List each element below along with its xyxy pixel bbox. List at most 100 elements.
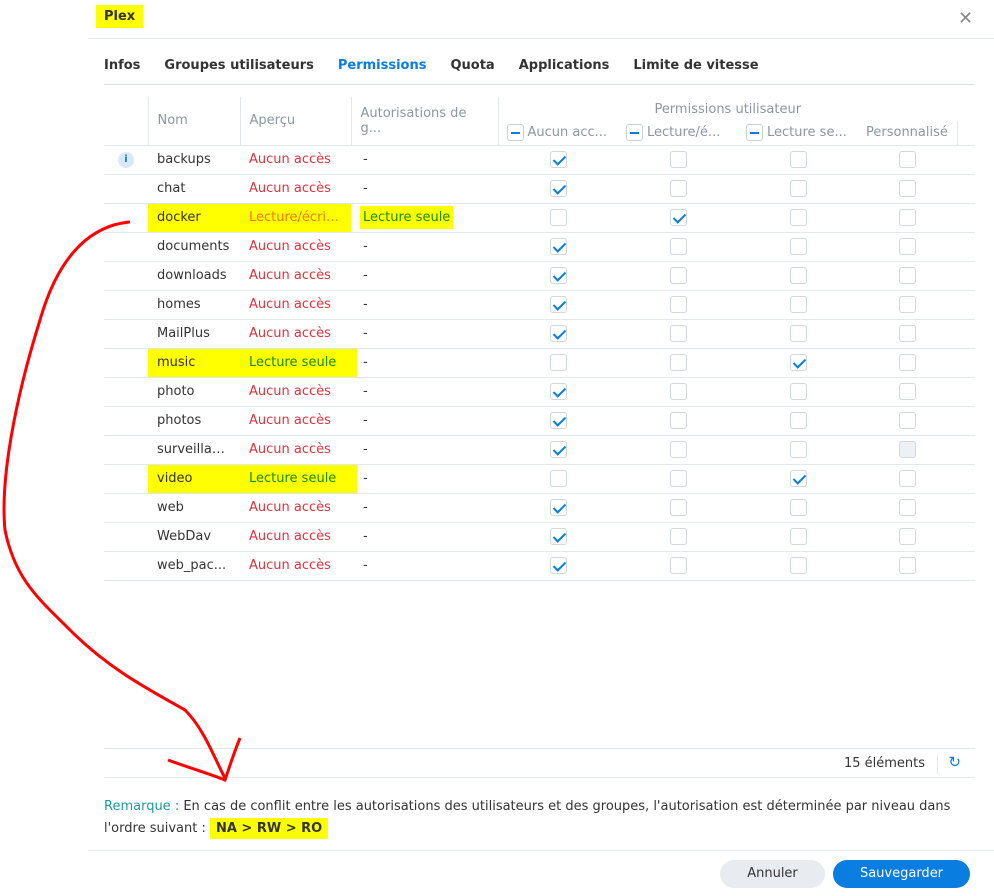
checkbox-rw[interactable] (669, 151, 687, 168)
checkbox-custom[interactable] (899, 151, 916, 168)
checkbox-na[interactable] (549, 383, 567, 400)
checkbox-ro[interactable] (789, 528, 807, 545)
checkbox-na[interactable] (549, 180, 567, 197)
checkbox-ro[interactable] (789, 412, 807, 429)
tab-applications[interactable]: Applications (519, 58, 610, 73)
checkbox-na[interactable] (549, 354, 567, 371)
checkbox-rw[interactable] (669, 528, 687, 545)
checkbox-ro[interactable] (789, 499, 807, 516)
tab-groupes-utilisateurs[interactable]: Groupes utilisateurs (164, 58, 313, 73)
checkbox-custom[interactable] (899, 412, 916, 429)
checkbox-na[interactable] (549, 528, 567, 545)
checkbox-custom[interactable] (899, 528, 916, 545)
info-icon[interactable]: i (118, 152, 134, 168)
tab-permissions[interactable]: Permissions (338, 58, 427, 73)
minus-checkbox-icon[interactable] (506, 124, 524, 142)
checkbox-ro[interactable] (789, 209, 807, 226)
checkbox-ro[interactable] (789, 238, 807, 255)
header-group-perms[interactable]: Autorisations de g... (351, 97, 499, 146)
table-row[interactable]: surveillan... Aucun accès - (104, 435, 975, 465)
checkbox-ro[interactable] (789, 180, 807, 197)
table-row[interactable]: web Aucun accès - (104, 493, 975, 523)
table-row[interactable]: MailPlus Aucun accès - (104, 319, 975, 349)
header-read-only[interactable]: Lecture se... (738, 121, 858, 146)
checkbox-na[interactable] (549, 325, 567, 342)
table-row[interactable]: photos Aucun accès - (104, 406, 975, 436)
checkbox-custom[interactable] (899, 296, 916, 313)
checkbox-custom[interactable] (899, 238, 916, 255)
header-name[interactable]: Nom (148, 97, 241, 146)
header-no-access[interactable]: Aucun acc... (498, 121, 618, 146)
checkbox-rw[interactable] (669, 325, 687, 342)
checkbox-na[interactable] (549, 151, 567, 168)
minus-checkbox-icon[interactable] (626, 124, 643, 142)
table-row[interactable]: i backups Aucun accès - (104, 145, 975, 175)
table-row[interactable]: docker Lecture/écriture Lecture seule (104, 203, 975, 233)
checkbox-ro[interactable] (789, 441, 807, 458)
group-permission: - (351, 348, 498, 378)
checkbox-na[interactable] (549, 412, 567, 429)
checkbox-custom[interactable] (899, 325, 916, 342)
checkbox-ro[interactable] (789, 267, 807, 284)
checkbox-ro[interactable] (789, 325, 807, 342)
checkbox-custom[interactable] (899, 354, 916, 371)
checkbox-custom[interactable] (899, 209, 916, 226)
checkbox-na[interactable] (549, 238, 567, 255)
checkbox-rw[interactable] (669, 238, 687, 255)
checkbox-na[interactable] (549, 499, 567, 516)
checkbox-rw[interactable] (669, 354, 687, 371)
minus-checkbox-icon[interactable] (746, 124, 763, 142)
checkbox-custom[interactable] (899, 267, 916, 284)
close-icon[interactable]: ✕ (958, 8, 973, 29)
table-row[interactable]: homes Aucun accès - (104, 290, 975, 320)
table-row[interactable]: photo Aucun accès - (104, 377, 975, 407)
checkbox-na[interactable] (549, 267, 567, 284)
checkbox-ro[interactable] (789, 296, 807, 313)
save-button[interactable]: Sauvegarder (833, 860, 970, 888)
checkbox-custom[interactable] (899, 180, 916, 197)
checkbox-rw[interactable] (669, 557, 687, 574)
checkbox-custom[interactable] (899, 499, 916, 516)
table-row[interactable]: music Lecture seule - (104, 348, 975, 378)
checkbox-ro[interactable] (789, 151, 807, 168)
checkbox-na[interactable] (549, 209, 567, 226)
header-custom[interactable]: Personnalisé (858, 121, 958, 146)
checkbox-rw[interactable] (669, 499, 687, 516)
tab-infos[interactable]: Infos (104, 58, 140, 73)
checkbox-ro[interactable] (789, 470, 807, 487)
checkbox-na[interactable] (549, 441, 567, 458)
header-preview[interactable]: Aperçu (240, 97, 352, 146)
checkbox-rw[interactable] (669, 296, 687, 313)
checkbox-custom[interactable] (899, 470, 916, 487)
checkbox-ro[interactable] (789, 557, 807, 574)
share-name: video (148, 464, 240, 494)
cancel-button[interactable]: Annuler (720, 860, 825, 888)
table-row[interactable]: chat Aucun accès - (104, 174, 975, 204)
checkbox-na[interactable] (549, 557, 567, 574)
checkbox-rw[interactable] (669, 470, 687, 487)
checkbox-ro[interactable] (789, 354, 807, 371)
checkbox-rw[interactable] (669, 383, 687, 400)
checkbox-rw[interactable] (669, 441, 687, 458)
tab-quota[interactable]: Quota (450, 58, 494, 73)
checkbox-na[interactable] (549, 296, 567, 313)
refresh-icon[interactable]: ↻ (948, 753, 961, 771)
table-row[interactable]: web_pac... Aucun accès - (104, 551, 975, 581)
table-row[interactable]: video Lecture seule - (104, 464, 975, 494)
preview-value: Lecture seule (240, 348, 351, 378)
checkbox-na[interactable] (549, 470, 567, 487)
checkbox-custom (899, 441, 916, 458)
table-row[interactable]: WebDav Aucun accès - (104, 522, 975, 552)
checkbox-custom[interactable] (899, 557, 916, 574)
checkbox-custom[interactable] (899, 383, 916, 400)
checkbox-rw[interactable] (669, 209, 687, 226)
checkbox-rw[interactable] (669, 180, 687, 197)
table-row[interactable]: downloads Aucun accès - (104, 261, 975, 291)
checkbox-rw[interactable] (669, 267, 687, 284)
header-read-write[interactable]: Lecture/é... (618, 121, 738, 146)
checkbox-ro[interactable] (789, 383, 807, 400)
tab-limite-de-vitesse[interactable]: Limite de vitesse (633, 58, 758, 73)
table-row[interactable]: documents Aucun accès - (104, 232, 975, 262)
checkbox-rw[interactable] (669, 412, 687, 429)
group-permission: - (351, 493, 498, 523)
